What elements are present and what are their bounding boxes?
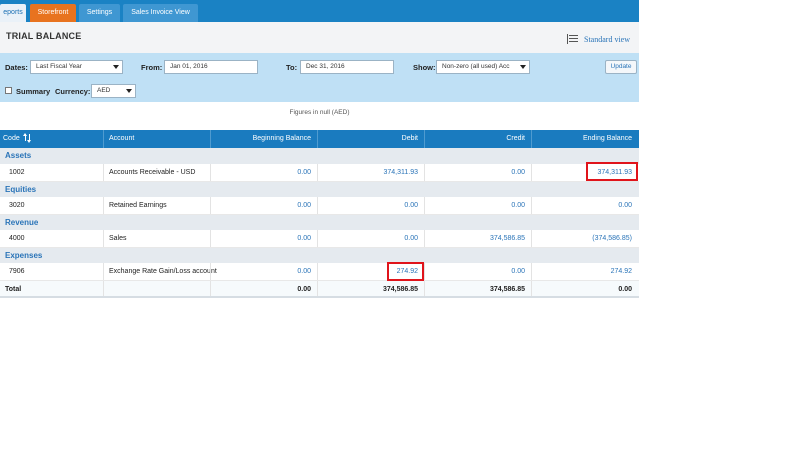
cell-debit[interactable]: 374,311.93 [318, 164, 418, 181]
show-select[interactable]: Non-zero (all used) Acc [436, 60, 530, 74]
group-header-expenses: Expenses [0, 248, 639, 264]
cell-account: Sales [109, 235, 127, 242]
cell-beginning-balance[interactable]: 0.00 [211, 263, 311, 280]
table-header: Code Account Beginning Balance Debit Cre… [0, 130, 639, 148]
group-header-assets: Assets [0, 148, 639, 164]
update-button[interactable]: Update [605, 60, 637, 74]
to-date-value: Dec 31, 2016 [306, 63, 345, 70]
cell-credit[interactable]: 374,586.85 [425, 230, 525, 247]
group-header-revenue: Revenue [0, 215, 639, 231]
group-label: Equities [5, 185, 37, 194]
filter-panel: Dates: Last Fiscal Year From: Jan 01, 20… [0, 53, 639, 102]
group-label: Expenses [5, 251, 43, 260]
currency-select[interactable]: AED [91, 84, 136, 98]
to-label: To: [286, 63, 298, 72]
page-title: TRIAL BALANCE [6, 31, 82, 41]
caret-down-icon [126, 89, 132, 93]
column-header-ending-balance[interactable]: Ending Balance [532, 130, 632, 148]
from-date-value: Jan 01, 2016 [170, 63, 208, 70]
list-view-icon [567, 34, 578, 44]
trial-balance-app: eports Storefront Settings Sales Invoice… [0, 0, 639, 460]
group-label: Revenue [5, 218, 39, 227]
cell-account: Accounts Receivable - USD [109, 169, 196, 176]
cell-code: 1002 [9, 169, 25, 176]
cell-credit[interactable]: 0.00 [425, 263, 525, 280]
standard-view-label: Standard view [584, 35, 630, 44]
caret-down-icon [113, 65, 119, 69]
table-total-row: Total 0.00 374,586.85 374,586.85 0.00 [0, 281, 639, 298]
caret-down-icon [520, 65, 526, 69]
figures-note: Figures in null (AED) [289, 109, 350, 116]
highlight-box-ending-balance [586, 162, 638, 181]
from-date-input[interactable]: Jan 01, 2016 [164, 60, 258, 74]
table-row: 4000 Sales 0.00 0.00 374,586.85 (374,586… [0, 230, 639, 248]
column-header-code[interactable]: Code [3, 130, 31, 148]
cell-ending-balance[interactable]: 274.92 [532, 263, 632, 280]
cell-credit[interactable]: 0.00 [425, 197, 525, 214]
tab-reports[interactable]: eports [0, 4, 26, 22]
column-header-account[interactable]: Account [109, 130, 134, 148]
cell-beginning-balance[interactable]: 0.00 [211, 197, 311, 214]
currency-label: Currency: [55, 87, 91, 96]
dates-select[interactable]: Last Fiscal Year [30, 60, 123, 74]
cell-credit[interactable]: 0.00 [425, 164, 525, 181]
total-label: Total [5, 286, 22, 293]
summary-label: Summary [16, 87, 51, 96]
tab-sales-invoice-view[interactable]: Sales Invoice View [123, 4, 198, 22]
highlight-box-debit [387, 262, 424, 281]
group-header-equities: Equities [0, 182, 639, 198]
show-select-value: Non-zero (all used) Acc [442, 63, 510, 70]
cell-ending-balance[interactable]: (374,586.85) [532, 230, 632, 247]
column-header-beginning-balance[interactable]: Beginning Balance [211, 130, 311, 148]
total-beginning-balance: 0.00 [297, 286, 311, 293]
cell-beginning-balance[interactable]: 0.00 [211, 230, 311, 247]
table-row: 7906 Exchange Rate Gain/Loss account 0.0… [0, 263, 639, 281]
sort-icon[interactable] [22, 133, 31, 144]
table-row: 1002 Accounts Receivable - USD 0.00 374,… [0, 164, 639, 182]
total-debit: 374,586.85 [382, 286, 418, 293]
cell-code: 3020 [9, 202, 25, 209]
tab-settings[interactable]: Settings [79, 4, 120, 22]
dates-select-value: Last Fiscal Year [36, 63, 82, 70]
tab-storefront[interactable]: Storefront [30, 4, 76, 22]
show-label: Show: [413, 63, 436, 72]
cell-ending-balance[interactable]: 0.00 [532, 197, 632, 214]
table-row: 3020 Retained Earnings 0.00 0.00 0.00 0.… [0, 197, 639, 215]
column-header-debit[interactable]: Debit [318, 130, 418, 148]
currency-select-value: AED [97, 87, 111, 94]
dates-label: Dates: [5, 63, 28, 72]
cell-code: 7906 [9, 268, 25, 275]
cell-beginning-balance[interactable]: 0.00 [211, 164, 311, 181]
group-label: Assets [5, 151, 32, 160]
cell-code: 4000 [9, 235, 25, 242]
summary-checkbox[interactable] [5, 87, 12, 94]
column-header-code-label: Code [3, 135, 20, 142]
column-header-credit[interactable]: Credit [425, 130, 525, 148]
cell-account: Retained Earnings [109, 202, 167, 209]
page-header: TRIAL BALANCE Standard view [0, 22, 639, 53]
total-credit: 374,586.85 [489, 286, 525, 293]
from-label: From: [141, 63, 163, 72]
total-ending-balance: 0.00 [618, 286, 632, 293]
cell-debit[interactable]: 0.00 [318, 230, 418, 247]
cell-account: Exchange Rate Gain/Loss account [109, 268, 217, 275]
top-tab-bar: eports Storefront Settings Sales Invoice… [0, 0, 639, 22]
to-date-input[interactable]: Dec 31, 2016 [300, 60, 394, 74]
cell-debit[interactable]: 0.00 [318, 197, 418, 214]
